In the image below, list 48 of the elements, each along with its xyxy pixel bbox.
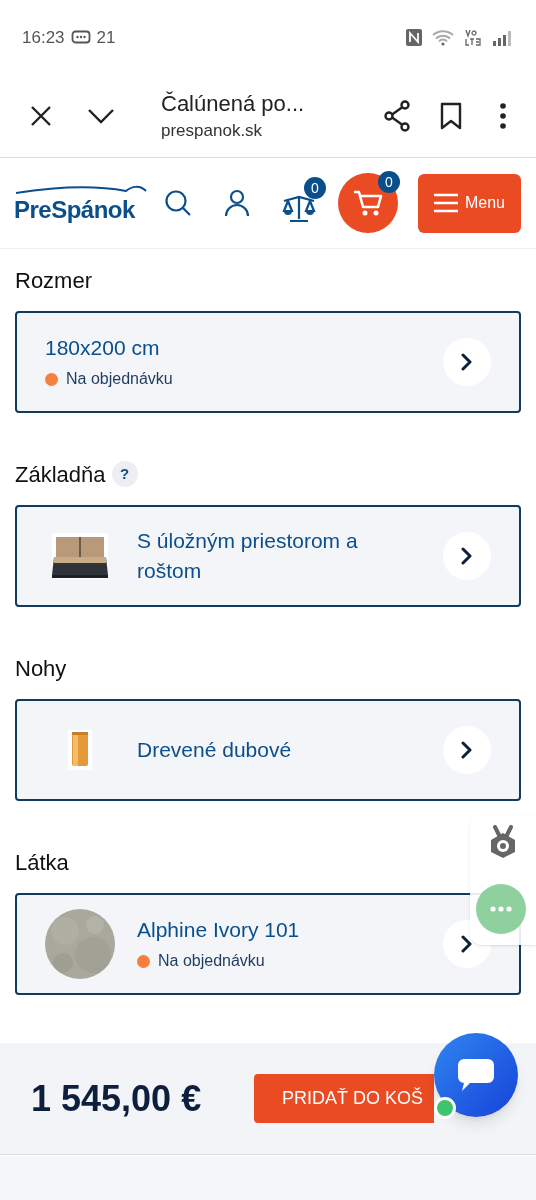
wifi-icon xyxy=(432,29,454,46)
option-title: 180x200 cm xyxy=(45,335,161,361)
clock-time: 16:23 xyxy=(22,26,65,49)
option-selector[interactable]: 180x200 cm Na objednávku xyxy=(15,311,521,413)
section-label: Základňa xyxy=(15,460,106,489)
option-title: Alphine Ivory 101 xyxy=(137,917,301,943)
page-title: Čalúnená po... xyxy=(161,90,306,118)
chevron-right-icon xyxy=(461,547,473,565)
availability-status: Na objednávku xyxy=(158,951,265,971)
add-to-cart-button[interactable]: PRIDAŤ DO KOŠ xyxy=(254,1074,434,1123)
cart-button[interactable] xyxy=(338,173,398,233)
section-label: Nohy xyxy=(15,654,67,683)
price: 1 545,00 € xyxy=(31,1076,202,1121)
message-icon xyxy=(70,29,91,46)
page-url: prespanok.sk xyxy=(161,120,264,142)
option-selector[interactable]: Alphine Ivory 101 Na objednávku xyxy=(15,893,521,995)
section-label: Rozmer xyxy=(15,266,92,295)
eye-badge-icon[interactable] xyxy=(488,825,518,859)
availability-status: Na objednávku xyxy=(66,369,173,389)
volte-icon xyxy=(464,28,482,47)
help-badge[interactable]: ? xyxy=(111,461,138,487)
compare-count-badge: 0 xyxy=(304,177,326,199)
signal-icon xyxy=(492,29,514,46)
menu-button[interactable]: Menu xyxy=(418,173,521,233)
section-label: Látka xyxy=(15,848,69,877)
menu-icon xyxy=(434,193,458,213)
nfc-icon xyxy=(406,29,422,46)
user-icon[interactable] xyxy=(224,189,250,217)
more-icon xyxy=(490,906,512,912)
chevron-right-icon xyxy=(461,741,473,759)
cart-icon xyxy=(353,189,383,217)
more-options-icon[interactable] xyxy=(500,103,506,129)
chat-bubble-icon xyxy=(456,1057,496,1093)
logo[interactable]: PreSpánok xyxy=(14,183,148,223)
chevron-right-icon xyxy=(461,935,473,953)
bookmark-icon[interactable] xyxy=(440,102,462,130)
option-title: S úložným priestorom a roštom xyxy=(137,528,359,584)
search-icon[interactable] xyxy=(164,189,192,217)
option-selector[interactable]: S úložným priestorom a roštom xyxy=(15,505,521,607)
chevron-down-icon xyxy=(87,108,115,124)
option-title: Drevené dubové xyxy=(137,737,293,763)
cart-count-badge: 0 xyxy=(378,171,400,193)
close-icon xyxy=(30,105,52,127)
notification-count: 21 xyxy=(96,26,116,49)
share-icon[interactable] xyxy=(382,100,412,132)
option-selector[interactable]: Drevené dubové xyxy=(15,699,521,801)
compare-icon[interactable] xyxy=(282,193,316,223)
chevron-right-icon xyxy=(461,353,473,371)
